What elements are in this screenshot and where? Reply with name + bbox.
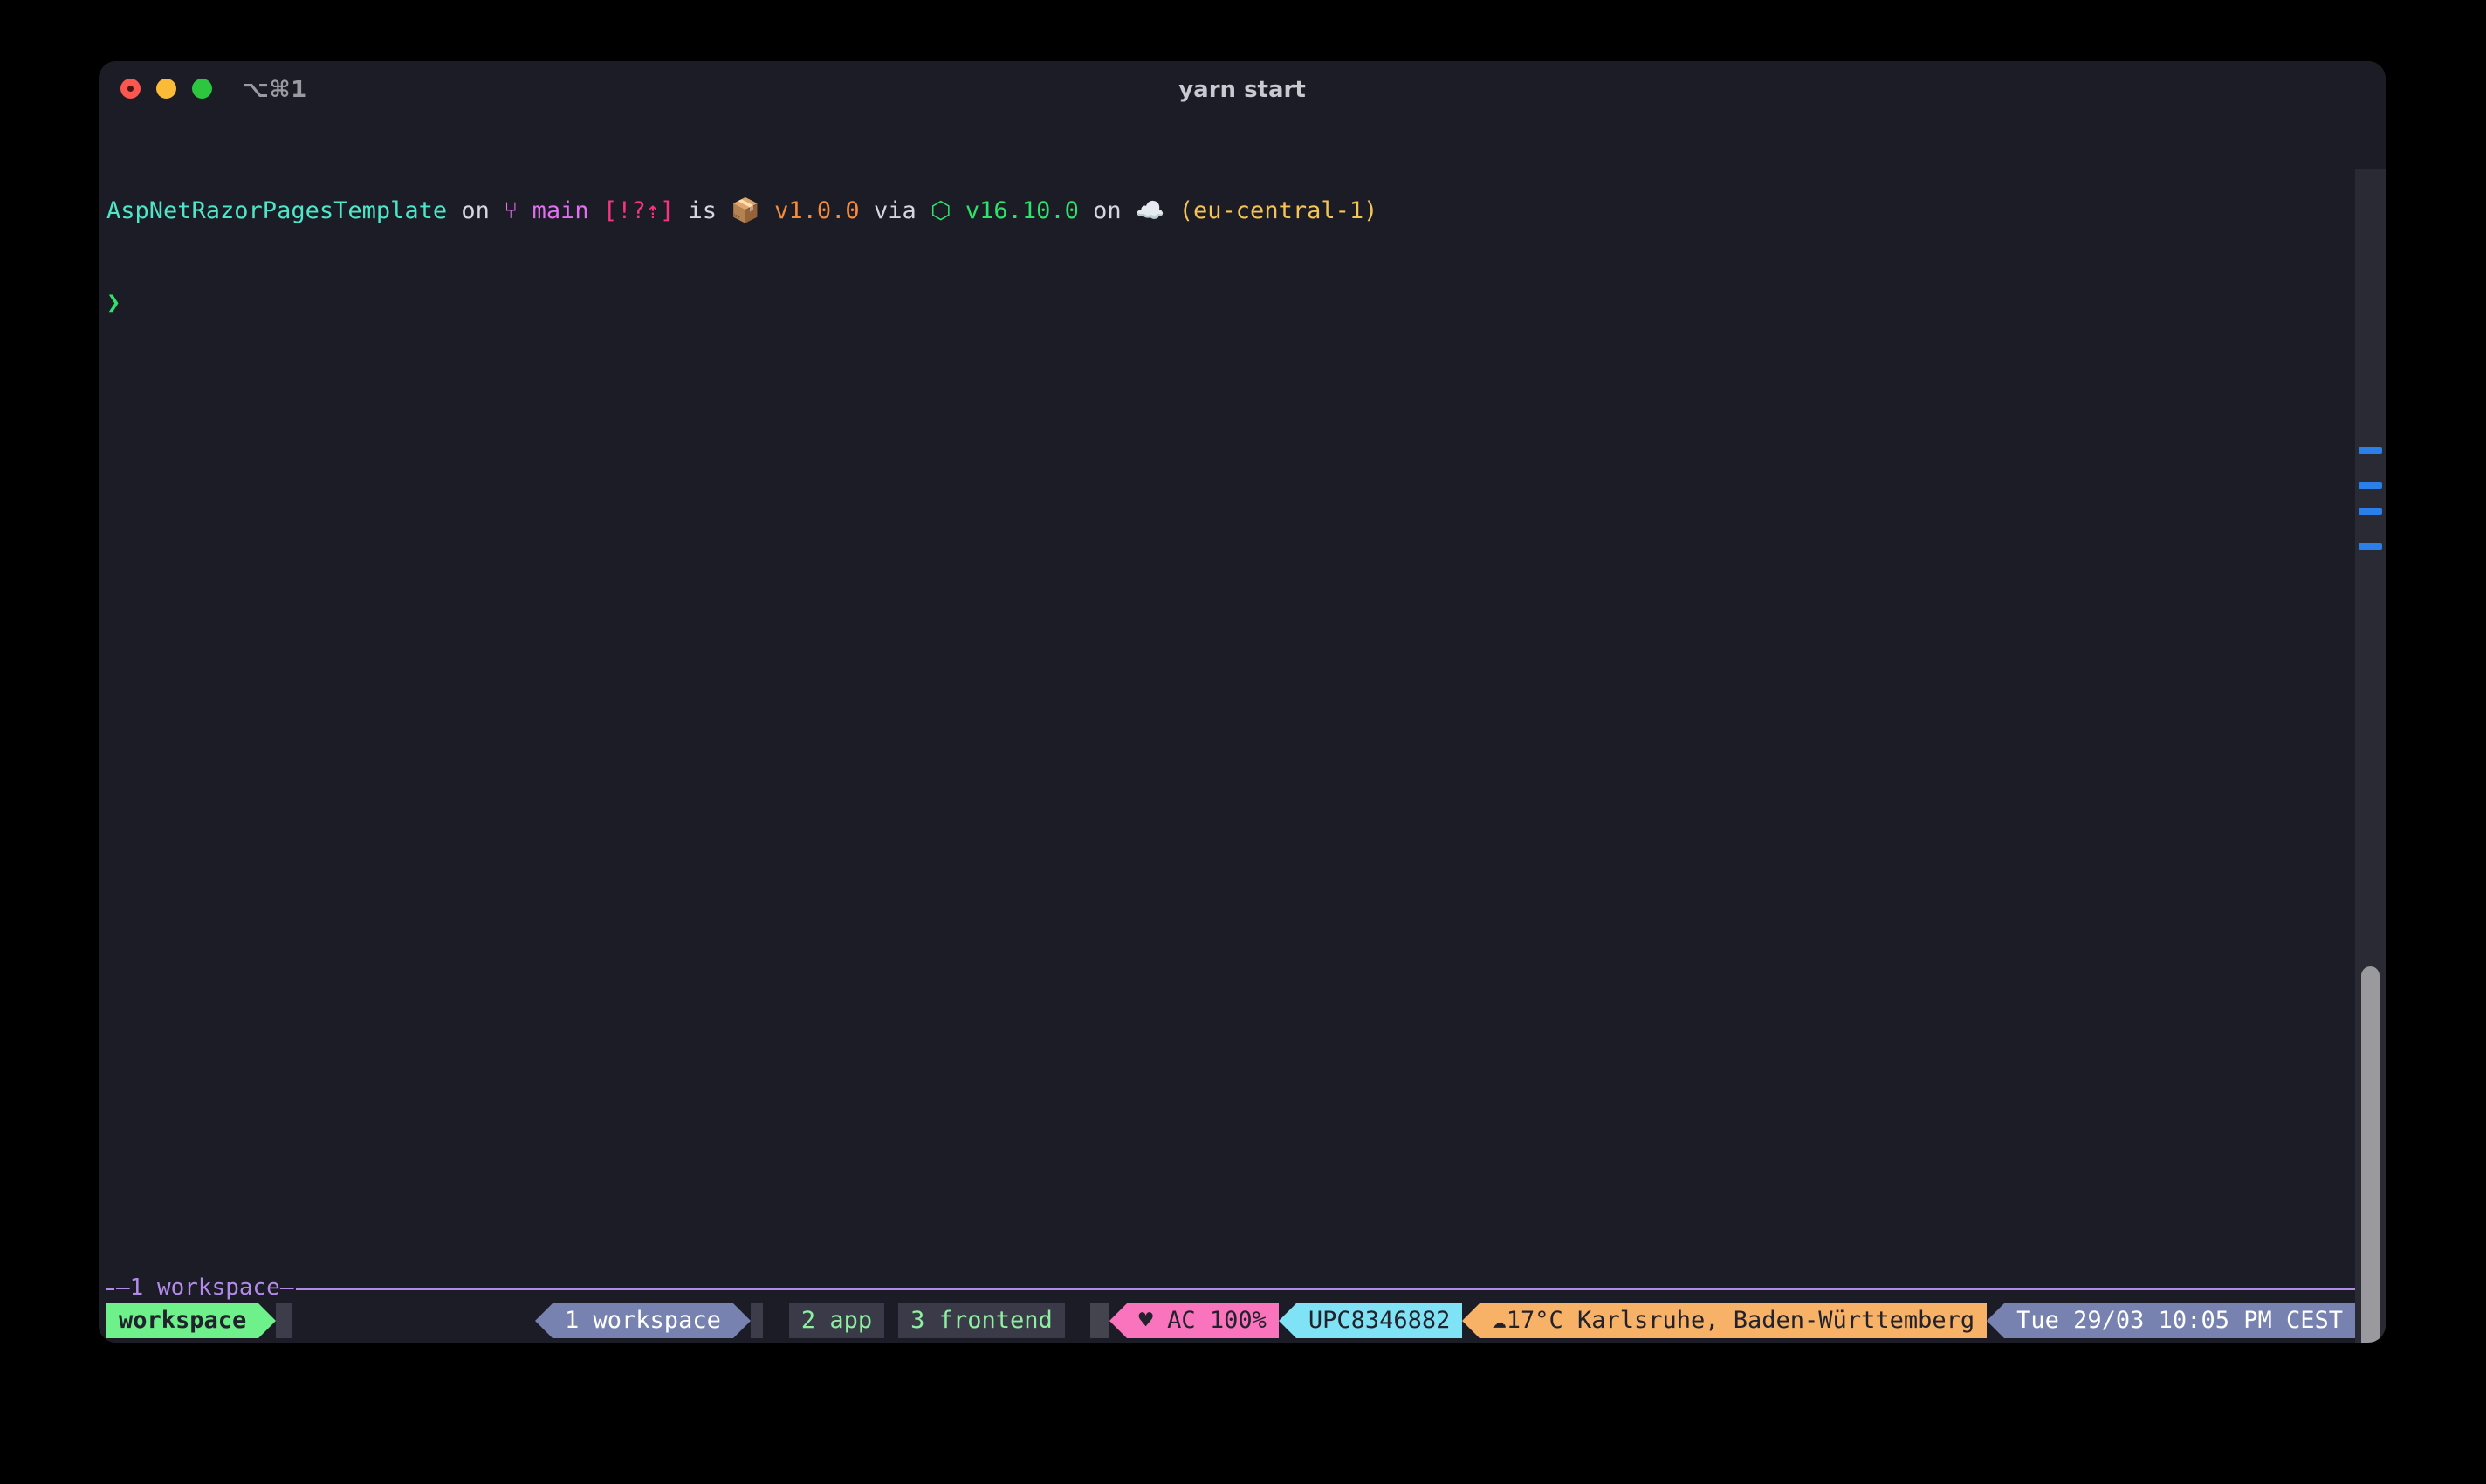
weather-icon: ☁: [1492, 1307, 1506, 1334]
prompt-space-4: [1165, 197, 1179, 224]
battery-label: AC 100%: [1167, 1307, 1267, 1334]
weather-arrow-icon: [1462, 1303, 1480, 1338]
wifi-ssid[interactable]: UPC8346882: [1296, 1303, 1463, 1338]
window-tab-1[interactable]: 1 workspace: [553, 1303, 733, 1338]
scrollbar-mark: [2359, 447, 2382, 454]
nodejs-icon: ⬡: [931, 197, 951, 224]
window-gap-1: [751, 1303, 763, 1338]
node-version: v16.10.0: [965, 197, 1079, 224]
terminal-body[interactable]: AspNetRazorPagesTemplate on ⑂ main [!?⇡]…: [99, 115, 2386, 1343]
prompt-via-label: via: [860, 197, 931, 224]
prompt-is-label: is: [674, 197, 731, 224]
wifi-arrow-icon: [1279, 1303, 1296, 1338]
window-tab-2[interactable]: 2 app: [789, 1303, 884, 1338]
title-bar: ⌥⌘1 yarn start: [99, 61, 2386, 115]
window-tab-3-index: 3: [910, 1307, 924, 1334]
window-tab-2-name: app: [829, 1307, 872, 1334]
scrollbar-mark: [2359, 543, 2382, 550]
aws-region: (eu-central-1): [1179, 197, 1378, 224]
status-left: workspace: [106, 1303, 292, 1338]
git-branch-icon: ⑂: [504, 197, 532, 224]
pane-border: [106, 1288, 2355, 1290]
window-active-right-arrow-icon: [733, 1303, 751, 1338]
window-tab-2-index: 2: [801, 1307, 815, 1334]
prompt-info-line: AspNetRazorPagesTemplate on ⑂ main [!?⇡]…: [106, 196, 1377, 226]
window-tab-3[interactable]: 3 frontend: [898, 1303, 1065, 1338]
prompt-branch: main: [532, 197, 589, 224]
scrollbar-mark: [2359, 508, 2382, 515]
window-tab-3-name: frontend: [939, 1307, 1053, 1334]
session-filler: [276, 1303, 292, 1338]
cloud-icon: ☁️: [1136, 197, 1165, 224]
weather-label: 17°C Karlsruhe, Baden-Württemberg: [1507, 1307, 1974, 1334]
prompt-on-label-2: on: [1079, 197, 1136, 224]
window-tab-1-index: 1: [565, 1307, 579, 1334]
prompt-directory: AspNetRazorPagesTemplate: [106, 197, 447, 224]
prompt-on-label-1: on: [447, 197, 504, 224]
prompt-cursor: ❯: [106, 287, 1377, 318]
prompt-space-3: [951, 197, 965, 224]
battery-status[interactable]: ♥ AC 100%: [1127, 1303, 1279, 1338]
window-title: yarn start: [99, 77, 2386, 103]
prompt-space-2: [760, 197, 774, 224]
clock-arrow-icon: [1987, 1303, 2004, 1338]
prompt-space-1: [589, 197, 603, 224]
status-right: ♥ AC 100% UPC8346882 ☁17°C Karlsruhe, Bade…: [1090, 1303, 2355, 1338]
shell-prompt: AspNetRazorPagesTemplate on ⑂ main [!?⇡]…: [106, 134, 1377, 379]
terminal-window: ⌥⌘1 yarn start AspNetRazorPagesTemplate …: [99, 61, 2386, 1343]
pane-border-label: —1 workspace—: [114, 1274, 296, 1301]
battery-icon: ♥: [1139, 1307, 1153, 1334]
battery-arrow-icon: [1109, 1303, 1127, 1338]
status-right-cap: [1090, 1303, 1109, 1338]
weather-status[interactable]: ☁17°C Karlsruhe, Baden-Württemberg: [1480, 1303, 1987, 1338]
package-icon: 📦: [731, 197, 760, 224]
session-arrow-icon: [258, 1303, 276, 1338]
window-active-left-arrow-icon: [535, 1303, 553, 1338]
git-status-flags: [!?⇡]: [603, 197, 674, 224]
tmux-status-bar: workspace 1 workspace 2 app 3 frontend ♥ A…: [99, 1303, 2386, 1338]
session-name[interactable]: workspace: [106, 1303, 258, 1338]
scrollbar-mark: [2359, 482, 2382, 489]
status-windows: 1 workspace 2 app 3 frontend: [535, 1303, 1065, 1338]
clock[interactable]: Tue 29/03 10:05 PM CEST: [2004, 1303, 2355, 1338]
scrollbar-thumb[interactable]: [2361, 966, 2380, 1343]
window-tab-1-name: workspace: [594, 1307, 721, 1334]
package-version: v1.0.0: [774, 197, 860, 224]
